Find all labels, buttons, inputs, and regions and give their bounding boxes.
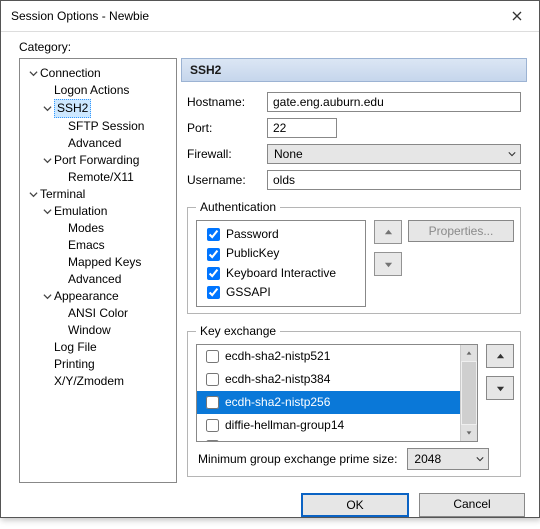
- window-title: Session Options - Newbie: [11, 9, 149, 23]
- tree-ansi-color[interactable]: ANSI Color: [54, 305, 128, 322]
- tree-logon-actions[interactable]: Logon Actions: [40, 82, 129, 99]
- tree-advanced-ssh[interactable]: Advanced: [54, 135, 121, 152]
- firewall-label: Firewall:: [187, 147, 257, 161]
- chevron-down-icon[interactable]: [26, 190, 40, 199]
- kx-check[interactable]: [206, 396, 219, 409]
- session-options-dialog: Session Options - Newbie Category: Conne…: [0, 0, 540, 518]
- auth-item: GSSAPI: [203, 283, 359, 302]
- scroll-up-icon[interactable]: [461, 345, 477, 361]
- tree-mapped-keys[interactable]: Mapped Keys: [54, 254, 141, 271]
- kx-check[interactable]: [206, 350, 219, 363]
- auth-check-gssapi[interactable]: [207, 286, 220, 299]
- kx-min-value: 2048: [414, 452, 441, 466]
- auth-legend: Authentication: [196, 200, 280, 214]
- kx-check[interactable]: [206, 419, 219, 432]
- close-button[interactable]: [494, 1, 539, 31]
- scroll-down-icon[interactable]: [461, 425, 477, 441]
- kx-move-up[interactable]: [486, 344, 514, 368]
- auth-side: Properties...: [374, 220, 514, 307]
- tree-advanced-emu[interactable]: Advanced: [54, 271, 121, 288]
- auth-item: Keyboard Interactive: [203, 264, 359, 283]
- chevron-down-icon[interactable]: [40, 207, 54, 216]
- auth-check-keyboard[interactable]: [207, 267, 220, 280]
- scroll-thumb[interactable]: [462, 362, 476, 424]
- section-heading: SSH2: [181, 58, 527, 82]
- dialog-body: Category: Connection Logon Actions SSH2 …: [1, 32, 539, 529]
- auth-check-password[interactable]: [207, 228, 220, 241]
- kx-check[interactable]: [206, 373, 219, 386]
- username-input[interactable]: [267, 170, 521, 190]
- kx-item: ecdh-sha2-nistp521: [197, 345, 460, 368]
- kx-list[interactable]: ecdh-sha2-nistp521 ecdh-sha2-nistp384 ec…: [196, 344, 478, 442]
- tree-port-forwarding[interactable]: Port Forwarding: [54, 153, 139, 167]
- chevron-down-icon: [508, 147, 516, 161]
- category-tree[interactable]: Connection Logon Actions SSH2 SFTP Sessi…: [19, 58, 177, 483]
- port-label: Port:: [187, 121, 257, 135]
- tree-ssh2[interactable]: SSH2: [54, 99, 91, 118]
- category-label: Category:: [1, 32, 539, 58]
- kx-legend: Key exchange: [196, 324, 280, 338]
- firewall-value: None: [274, 147, 303, 161]
- close-icon: [512, 11, 522, 21]
- auth-properties-button[interactable]: Properties...: [408, 220, 514, 242]
- chevron-down-icon[interactable]: [40, 156, 54, 165]
- chevron-down-icon[interactable]: [40, 292, 54, 301]
- kx-scrollbar[interactable]: [460, 345, 477, 441]
- kx-move-down[interactable]: [486, 376, 514, 400]
- ok-button[interactable]: OK: [301, 493, 409, 517]
- dialog-footer: OK Cancel: [1, 483, 539, 529]
- tree-emacs[interactable]: Emacs: [54, 237, 105, 254]
- tree-appearance[interactable]: Appearance: [54, 289, 119, 303]
- tree-xyzmodem[interactable]: X/Y/Zmodem: [40, 373, 124, 390]
- columns: Connection Logon Actions SSH2 SFTP Sessi…: [1, 58, 539, 483]
- kx-item: diffie-hellman-group14: [197, 414, 460, 437]
- auth-move-down[interactable]: [374, 252, 402, 276]
- tree-modes[interactable]: Modes: [54, 220, 104, 237]
- hostname-label: Hostname:: [187, 95, 257, 109]
- settings-pane: SSH2 Hostname: Port: Firewall: None User…: [181, 58, 527, 483]
- auth-check-publickey[interactable]: [207, 248, 220, 261]
- firewall-combo[interactable]: None: [267, 144, 521, 164]
- kx-min-combo[interactable]: 2048: [407, 448, 489, 470]
- tree-remote-x11[interactable]: Remote/X11: [54, 169, 134, 186]
- auth-item: Password: [203, 225, 359, 244]
- auth-list[interactable]: Password PublicKey Keyboard Interactive …: [196, 220, 366, 307]
- hostname-input[interactable]: [267, 92, 521, 112]
- port-input[interactable]: [267, 118, 337, 138]
- kx-min-label: Minimum group exchange prime size:: [198, 452, 397, 466]
- tree-window[interactable]: Window: [54, 322, 111, 339]
- kx-check[interactable]: [206, 440, 219, 441]
- kx-item: ecdh-sha2-nistp384: [197, 368, 460, 391]
- tree-connection[interactable]: Connection: [40, 66, 101, 80]
- kx-item: diffie-hellman-group-exchange-sha256: [197, 437, 460, 441]
- auth-move-up[interactable]: [374, 220, 402, 244]
- kx-item-selected: ecdh-sha2-nistp256: [197, 391, 460, 414]
- chevron-down-icon: [476, 455, 484, 463]
- kx-group: Key exchange ecdh-sha2-nistp521 ecdh-sha…: [187, 324, 521, 477]
- titlebar: Session Options - Newbie: [1, 1, 539, 32]
- chevron-down-icon[interactable]: [40, 104, 54, 113]
- auth-group: Authentication Password PublicKey Keyboa…: [187, 200, 521, 314]
- cancel-button[interactable]: Cancel: [419, 493, 525, 517]
- chevron-down-icon[interactable]: [26, 69, 40, 78]
- tree-emulation[interactable]: Emulation: [54, 204, 107, 218]
- username-label: Username:: [187, 173, 257, 187]
- tree-log-file[interactable]: Log File: [40, 339, 97, 356]
- tree-sftp-session[interactable]: SFTP Session: [54, 118, 144, 135]
- tree-printing[interactable]: Printing: [40, 356, 95, 373]
- form-grid: Hostname: Port: Firewall: None Username:: [181, 82, 527, 196]
- auth-item: PublicKey: [203, 244, 359, 263]
- tree-terminal[interactable]: Terminal: [40, 187, 85, 201]
